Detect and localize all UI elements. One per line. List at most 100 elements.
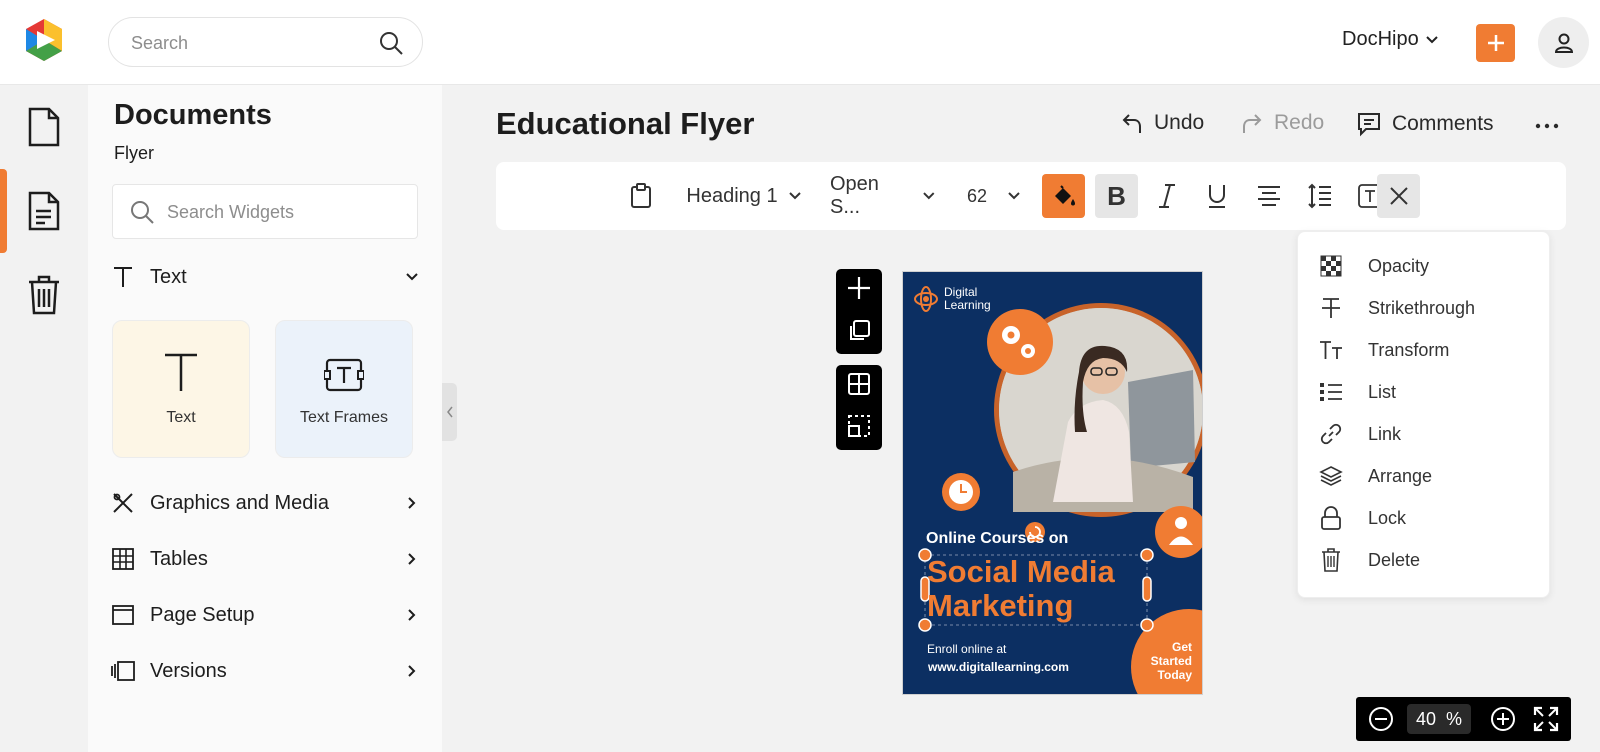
text-icon <box>110 264 136 290</box>
rail-documents[interactable] <box>0 85 88 169</box>
menu-item-delete[interactable]: Delete <box>1318 543 1538 577</box>
fill-color-button[interactable] <box>1042 174 1085 218</box>
flyer-cta-line: Get <box>1171 640 1192 654</box>
line-spacing-button[interactable] <box>1300 174 1340 218</box>
document-icon <box>28 107 60 147</box>
zoom-value: 40 <box>1415 708 1436 729</box>
menu-label: Arrange <box>1368 465 1433 486</box>
more-options-button[interactable] <box>1534 112 1560 143</box>
undo-button[interactable]: Undo <box>1120 111 1204 135</box>
rail-current-document[interactable] <box>0 169 88 253</box>
zoom-out-button[interactable] <box>1368 706 1394 732</box>
menu-item-opacity[interactable]: Opacity <box>1318 249 1538 283</box>
menu-item-link[interactable]: Link <box>1318 417 1538 451</box>
close-icon <box>1389 187 1408 205</box>
redo-button[interactable]: Redo <box>1240 111 1324 135</box>
comments-button[interactable]: Comments <box>1356 111 1494 137</box>
font-family-value: Open S... <box>830 173 879 218</box>
file-text-icon <box>28 191 60 231</box>
font-family-dropdown[interactable]: Open S... <box>830 173 936 218</box>
search-icon[interactable] <box>378 30 404 56</box>
lock-icon <box>1318 505 1344 531</box>
search-input[interactable] <box>131 31 371 55</box>
bold-icon: B <box>1107 180 1126 211</box>
paint-bucket-icon <box>1054 185 1075 206</box>
account-switcher[interactable]: DocHipo <box>1342 28 1439 51</box>
paste-style-button[interactable] <box>626 174 656 218</box>
align-center-button[interactable] <box>1249 174 1289 218</box>
section-tables[interactable]: Tables <box>110 542 420 576</box>
flyer-headline[interactable]: Social Media Marketing <box>927 555 1115 623</box>
trash-icon <box>29 275 59 315</box>
menu-item-lock[interactable]: Lock <box>1318 501 1538 535</box>
flyer-cta: Get Started Today <box>1151 640 1192 682</box>
fullscreen-button[interactable] <box>1533 706 1559 732</box>
text-style-value: Heading 1 <box>686 184 778 207</box>
section-page-setup[interactable]: Page Setup <box>110 598 420 632</box>
zoom-in-button[interactable] <box>1490 706 1516 732</box>
menu-item-list[interactable]: List <box>1318 375 1538 409</box>
user-icon <box>1554 33 1573 53</box>
menu-item-strikethrough[interactable]: Strikethrough <box>1318 291 1538 325</box>
collapse-panel-button[interactable] <box>442 383 457 441</box>
menu-label: Delete <box>1368 549 1421 570</box>
section-graphics-media[interactable]: Graphics and Media <box>110 486 420 520</box>
global-search[interactable] <box>108 17 423 67</box>
user-menu-button[interactable] <box>1538 17 1589 68</box>
grid-icon[interactable] <box>847 372 871 401</box>
plus-circle-icon <box>1491 707 1515 731</box>
section-text[interactable]: Text <box>110 260 420 294</box>
flyer-brand: Digital Learning <box>944 286 991 312</box>
plus-icon <box>1487 35 1504 51</box>
text-style-dropdown[interactable]: Heading 1 <box>684 174 804 218</box>
italic-button[interactable] <box>1147 174 1187 218</box>
zoom-unit: % <box>1446 708 1463 729</box>
chevron-right-icon <box>408 665 416 677</box>
table-icon <box>110 546 136 572</box>
font-size-dropdown[interactable]: 62 <box>964 174 1024 218</box>
person-icon <box>1175 517 1187 529</box>
chevron-right-icon <box>408 497 416 509</box>
flyer-url: www.digitallearning.com <box>928 660 1069 674</box>
font-size-value: 62 <box>966 185 988 206</box>
widget-search[interactable] <box>112 184 418 239</box>
duplicate-page-icon[interactable] <box>847 319 871 348</box>
dochipo-logo[interactable] <box>22 17 66 63</box>
menu-item-transform[interactable]: Transform <box>1318 333 1538 367</box>
document-title[interactable]: Educational Flyer <box>496 106 754 142</box>
text-icon <box>161 351 201 398</box>
flyer-headline-line: Social Media <box>927 554 1115 589</box>
add-page-icon[interactable] <box>846 275 872 306</box>
link-icon <box>1318 421 1344 447</box>
close-more-options-button[interactable] <box>1377 174 1420 218</box>
flyer-cta-line: Today <box>1157 668 1192 682</box>
create-new-button[interactable] <box>1476 24 1515 62</box>
rail-trash[interactable] <box>0 253 88 337</box>
select-area-icon[interactable] <box>847 414 871 443</box>
bold-button[interactable]: B <box>1095 174 1138 218</box>
undo-label: Undo <box>1154 111 1205 134</box>
list-icon <box>1318 379 1344 405</box>
underline-button[interactable] <box>1197 174 1237 218</box>
menu-item-arrange[interactable]: Arrange <box>1318 459 1538 493</box>
text-frames-tile[interactable]: Text Frames <box>275 320 413 458</box>
menu-label: Lock <box>1368 507 1407 528</box>
panel-title: Documents <box>114 99 272 131</box>
globe-logo-icon <box>914 286 938 312</box>
zoom-control: 40 % <box>1356 697 1571 741</box>
underline-icon <box>1209 185 1225 208</box>
text-widget-tile[interactable]: Text <box>112 320 250 458</box>
zoom-level[interactable]: 40 % <box>1407 704 1471 734</box>
chevron-down-icon <box>1008 192 1020 200</box>
pen-tool-icon <box>110 490 136 516</box>
section-label: Tables <box>150 547 208 570</box>
expand-icon <box>1533 706 1559 732</box>
flyer-headline-line: Marketing <box>927 588 1074 623</box>
section-versions[interactable]: Versions <box>110 654 420 688</box>
chevron-right-icon <box>408 553 416 565</box>
flyer-page[interactable]: Digital Learning Online Courses on Socia… <box>902 271 1203 695</box>
search-icon <box>131 201 154 224</box>
widget-search-input[interactable] <box>167 200 407 224</box>
flyer-kicker: Online Courses on <box>926 530 1069 547</box>
section-label: Graphics and Media <box>150 491 329 514</box>
